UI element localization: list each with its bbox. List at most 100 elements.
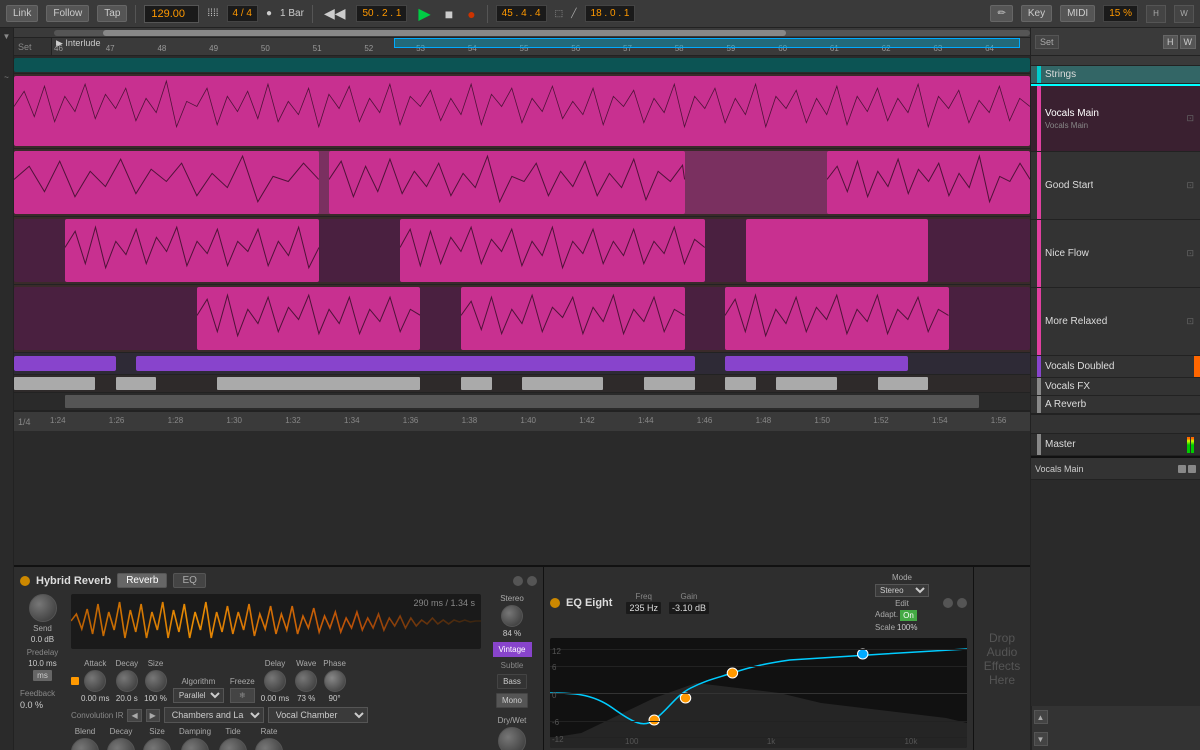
convolution-category-select[interactable]: Chambers and Large Rooms [164,707,264,723]
decay2-knob[interactable] [107,738,135,750]
bottom-time-ruler[interactable]: 1/4 1:24 1:26 1:28 1:30 1:32 1:34 1:36 1… [14,411,1030,431]
phase-knob[interactable] [324,670,346,692]
decay-knob[interactable] [116,670,138,692]
vocals-fx-clip7[interactable] [725,377,755,390]
damping-knob[interactable] [181,738,209,750]
tap-button[interactable]: Tap [97,5,127,22]
effects-panel[interactable]: Drop Audio Effects Here [974,567,1030,750]
convolution-prev-btn[interactable]: ◀ [127,709,141,722]
track-label-good-start[interactable]: Good Start ⊡ [1031,152,1200,220]
top-scrollbar[interactable] [14,28,1030,38]
more-relaxed-clip3[interactable] [725,287,949,350]
vocals-fx-clip8[interactable] [776,377,837,390]
more-relaxed-clip2[interactable] [461,287,685,350]
eq-display[interactable]: 12 6 0 -6 -12 100 1k 10k [550,638,967,748]
record-button[interactable]: ● [464,6,478,22]
key-button[interactable]: Key [1021,5,1052,22]
link-button[interactable]: Link [6,5,38,22]
eq-close-dot[interactable] [957,598,967,608]
collapse-btn[interactable]: ▼ [3,32,11,41]
convolution-preset-select[interactable]: Vocal Chamber [268,707,368,723]
set-btn[interactable]: Set [1035,35,1059,49]
track-label-vocals-main[interactable]: Vocals Main Vocals Main ⊡ [1031,84,1200,152]
timeline-ruler[interactable]: Set ▶ Interlude 46 47 48 49 50 51 52 53 … [14,38,1030,56]
more-relaxed-fold[interactable]: ⊡ [1186,316,1194,327]
vocals-doubled-clip1[interactable] [14,356,116,371]
track-list-scrollbar[interactable] [1031,56,1200,66]
pencil-button[interactable]: ✏ [990,5,1012,22]
size-knob[interactable] [145,670,167,692]
track-label-master[interactable]: Master [1031,434,1200,456]
predelay-ms-btn[interactable]: ms [33,670,52,681]
good-start-clip1[interactable] [14,151,319,214]
freeze-button[interactable]: ❄ [230,688,255,703]
w-button[interactable]: W [1174,5,1194,23]
play-button[interactable]: ▶ [415,4,433,24]
w-btn-header[interactable]: W [1180,35,1197,49]
prev-button[interactable]: ◀◀ [321,5,349,22]
loop-region[interactable] [394,38,1020,48]
good-start-clip2[interactable] [329,151,685,214]
reverb-close-dot[interactable] [527,576,537,586]
eq-band4-point[interactable] [680,693,690,703]
scroll-down-btn[interactable]: ▼ [1034,732,1048,746]
bass-button[interactable]: Bass [497,674,527,689]
algorithm-select[interactable]: Parallel Series [173,688,224,703]
vocals-fx-clip4[interactable] [461,377,491,390]
device-chain-icon1[interactable] [1178,465,1186,473]
bpm-input[interactable] [144,5,199,23]
track-label-more-relaxed[interactable]: More Relaxed ⊡ [1031,288,1200,356]
track-label-strings[interactable]: Strings [1031,66,1200,84]
track-label-vocals-doubled[interactable]: Vocals Doubled [1031,356,1200,378]
eq-band5-point[interactable] [727,668,737,678]
vocals-fx-clip2[interactable] [116,377,157,390]
good-start-fold[interactable]: ⊡ [1186,180,1194,191]
vocals-fx-clip5[interactable] [522,377,603,390]
vocals-fx-clip6[interactable] [644,377,695,390]
send-knob[interactable] [29,594,57,622]
midi-button[interactable]: MIDI [1060,5,1095,22]
reverb-save-dot[interactable] [513,576,523,586]
nice-flow-clip3[interactable] [746,219,929,282]
track-label-nice-flow[interactable]: Nice Flow ⊡ [1031,220,1200,288]
stereo-knob[interactable] [501,605,523,627]
eq-band6-point[interactable] [858,649,868,659]
track-label-a-reverb[interactable]: A Reverb [1031,396,1200,414]
vocals-fx-clip3[interactable] [217,377,420,390]
tide-knob[interactable] [219,738,247,750]
convolution-next-btn[interactable]: ▶ [146,709,160,722]
reverb-power-dot[interactable] [20,576,30,586]
wave-knob[interactable] [295,670,317,692]
a-reverb-clip1[interactable] [65,395,979,408]
vocals-doubled-clip3[interactable] [725,356,908,371]
mono-button[interactable]: Mono [496,693,528,708]
vocals-main-clip1[interactable] [14,76,1030,146]
nice-flow-clip1[interactable] [65,219,319,282]
vintage-button[interactable]: Vintage [493,642,532,657]
vocals-doubled-clip2[interactable] [136,356,695,371]
size2-knob[interactable] [143,738,171,750]
strings-clip[interactable] [14,58,1030,72]
h-button[interactable]: H [1146,5,1166,23]
scroll-up-btn[interactable]: ▲ [1034,710,1048,724]
nice-flow-fold[interactable]: ⊡ [1186,248,1194,259]
track-label-vocals-fx[interactable]: Vocals FX [1031,378,1200,396]
drywet-knob[interactable] [498,727,526,750]
stop-button[interactable]: ■ [442,6,456,22]
vocals-main-fold[interactable]: ⊡ [1186,113,1194,124]
eq-save-dot[interactable] [943,598,953,608]
mode-select[interactable]: StereoMid/Side [875,584,929,597]
good-start-clip3[interactable] [827,151,1030,214]
vocals-fx-clip9[interactable] [878,377,929,390]
reverb-tab1[interactable]: Reverb [117,573,167,588]
more-relaxed-clip1[interactable] [197,287,421,350]
blend-knob[interactable] [71,738,99,750]
attack-knob[interactable] [84,670,106,692]
vocals-fx-clip1[interactable] [14,377,95,390]
delay-knob[interactable] [264,670,286,692]
h-btn-header[interactable]: H [1163,35,1178,49]
nice-flow-clip2[interactable] [400,219,705,282]
adapt-on-button[interactable]: On [900,610,917,621]
device-chain-icon2[interactable] [1188,465,1196,473]
follow-button[interactable]: Follow [46,5,89,22]
